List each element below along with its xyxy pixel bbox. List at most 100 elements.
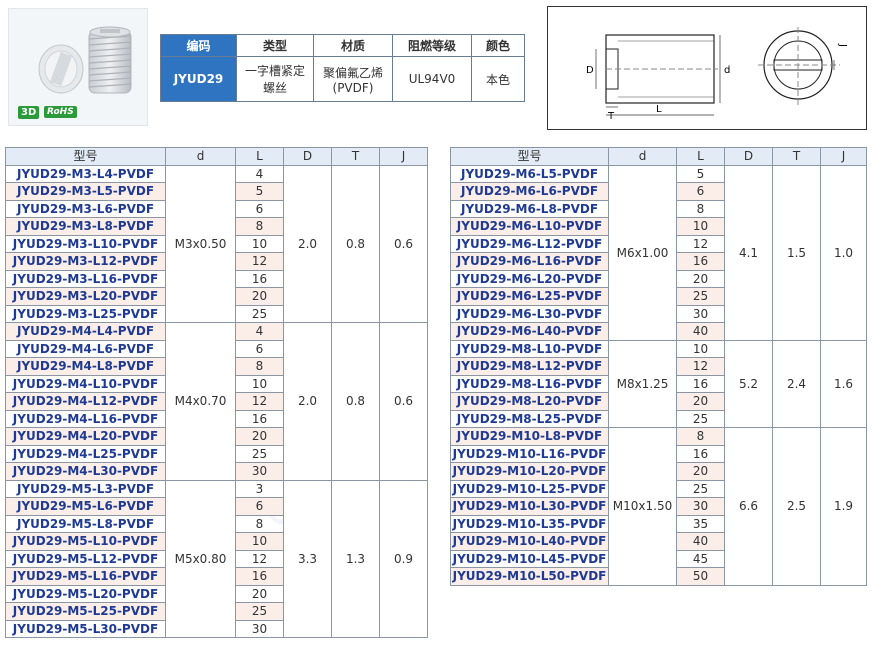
dim-d-label: d	[724, 65, 730, 76]
model-cell: JYUD29-M3-L10-PVDF	[5, 234, 166, 253]
model-cell: JYUD29-M10-L8-PVDF	[450, 427, 609, 446]
length-cell: 8	[676, 427, 725, 446]
dim-J-cell: 1.9	[820, 427, 867, 586]
length-cell: 4	[235, 164, 284, 183]
model-cell: JYUD29-M10-L40-PVDF	[450, 532, 609, 551]
model-cell: JYUD29-M4-L25-PVDF	[5, 444, 166, 463]
dim-T-cell: 1.5	[772, 164, 821, 341]
model-cell: JYUD29-M3-L16-PVDF	[5, 269, 166, 288]
length-cell: 20	[676, 392, 725, 411]
model-cell: JYUD29-M10-L20-PVDF	[450, 462, 609, 481]
length-cell: 6	[676, 182, 725, 201]
length-cell: 35	[676, 514, 725, 533]
spec-header-flame: 阻燃等级	[392, 34, 472, 57]
thread-d-cell: M6x1.00	[608, 164, 677, 341]
model-cell: JYUD29-M10-L25-PVDF	[450, 479, 609, 498]
length-cell: 4	[235, 322, 284, 341]
model-cell: JYUD29-M5-L20-PVDF	[5, 584, 166, 603]
dim-T-cell: 2.5	[772, 427, 821, 586]
length-cell: 10	[235, 532, 284, 551]
model-cell: JYUD29-M5-L16-PVDF	[5, 567, 166, 586]
dim-D-cell: 2.0	[283, 322, 332, 481]
length-cell: 8	[235, 514, 284, 533]
model-cell: JYUD29-M5-L12-PVDF	[5, 549, 166, 568]
length-cell: 6	[235, 339, 284, 358]
spec-header-color: 颜色	[471, 34, 525, 57]
length-cell: 12	[235, 549, 284, 568]
rohs-badge: RoHS	[44, 106, 77, 118]
spec-code: JYUD29	[160, 56, 237, 102]
length-cell: 45	[676, 549, 725, 568]
length-cell: 5	[235, 182, 284, 201]
col-header-d: d	[165, 147, 236, 166]
dim-T-cell: 0.8	[331, 322, 380, 481]
length-cell: 6	[235, 497, 284, 516]
col-header-d: d	[608, 147, 677, 166]
dim-D-cell: 5.2	[724, 339, 773, 428]
length-cell: 20	[676, 269, 725, 288]
model-cell: JYUD29-M6-L10-PVDF	[450, 217, 609, 236]
model-cell: JYUD29-M5-L10-PVDF	[5, 532, 166, 551]
dim-T-cell: 1.3	[331, 479, 380, 638]
spec-table-right: 型号 d L D T J JYUD29-M6-L5-PVDF M6x1.00 5 4.…	[450, 147, 867, 586]
model-cell: JYUD29-M10-L50-PVDF	[450, 567, 609, 586]
product-photo: 3D RoHS	[8, 8, 148, 126]
length-cell: 25	[235, 444, 284, 463]
length-cell: 6	[235, 199, 284, 218]
length-cell: 40	[676, 532, 725, 551]
dim-J-label: J	[837, 43, 848, 47]
thread-d-cell: M8x1.25	[608, 339, 677, 428]
length-cell: 20	[235, 427, 284, 446]
model-cell: JYUD29-M6-L6-PVDF	[450, 182, 609, 201]
model-cell: JYUD29-M4-L16-PVDF	[5, 409, 166, 428]
model-cell: JYUD29-M4-L4-PVDF	[5, 322, 166, 341]
model-cell: JYUD29-M3-L5-PVDF	[5, 182, 166, 201]
col-header-model: 型号	[5, 147, 166, 166]
dim-J-cell: 0.6	[379, 164, 428, 323]
length-cell: 12	[676, 234, 725, 253]
length-cell: 5	[676, 164, 725, 183]
col-header-D: D	[283, 147, 332, 166]
length-cell: 40	[676, 322, 725, 341]
model-cell: JYUD29-M6-L5-PVDF	[450, 164, 609, 183]
dim-J-cell: 0.6	[379, 322, 428, 481]
length-cell: 8	[235, 217, 284, 236]
length-cell: 25	[676, 409, 725, 428]
col-header-D: D	[724, 147, 773, 166]
length-cell: 30	[235, 462, 284, 481]
dim-T-label: T	[607, 111, 615, 122]
length-cell: 10	[676, 339, 725, 358]
model-cell: JYUD29-M10-L45-PVDF	[450, 549, 609, 568]
table-row: JYUD29-M10-L8-PVDF M10x1.50 8 6.6 2.5 1.9	[450, 427, 867, 586]
dim-D-cell: 2.0	[283, 164, 332, 323]
length-cell: 20	[235, 584, 284, 603]
col-header-J: J	[379, 147, 428, 166]
dim-J-cell: 1.0	[820, 164, 867, 341]
length-cell: 10	[676, 217, 725, 236]
col-header-L: L	[676, 147, 725, 166]
model-cell: JYUD29-M8-L16-PVDF	[450, 374, 609, 393]
model-cell: JYUD29-M4-L30-PVDF	[5, 462, 166, 481]
col-header-J: J	[820, 147, 867, 166]
model-cell: JYUD29-M10-L30-PVDF	[450, 497, 609, 516]
model-cell: JYUD29-M3-L6-PVDF	[5, 199, 166, 218]
model-cell: JYUD29-M5-L30-PVDF	[5, 619, 166, 638]
model-cell: JYUD29-M4-L12-PVDF	[5, 392, 166, 411]
spec-table-left: 型号 d L D T J JYUD29-M3-L4-PVDF M3x0.50 4 2.…	[5, 147, 428, 638]
dim-T-cell: 0.8	[331, 164, 380, 323]
length-cell: 30	[676, 497, 725, 516]
3d-badge: 3D	[18, 106, 40, 119]
table-row: JYUD29-M8-L10-PVDF M8x1.25 10 5.2 2.4 1.6	[450, 339, 867, 428]
model-cell: JYUD29-M6-L16-PVDF	[450, 252, 609, 271]
spec-type: 一字槽紧定螺丝	[236, 56, 314, 102]
model-cell: JYUD29-M8-L10-PVDF	[450, 339, 609, 358]
model-cell: JYUD29-M4-L20-PVDF	[5, 427, 166, 446]
col-header-L: L	[235, 147, 284, 166]
model-cell: JYUD29-M3-L20-PVDF	[5, 287, 166, 306]
dim-J-cell: 1.6	[820, 339, 867, 428]
spec-flame: UL94V0	[392, 56, 472, 102]
length-cell: 12	[676, 357, 725, 376]
table-row: JYUD29-M6-L5-PVDF M6x1.00 5 4.1 1.5 1.0	[450, 164, 867, 341]
length-cell: 10	[235, 234, 284, 253]
model-cell: JYUD29-M3-L25-PVDF	[5, 304, 166, 323]
